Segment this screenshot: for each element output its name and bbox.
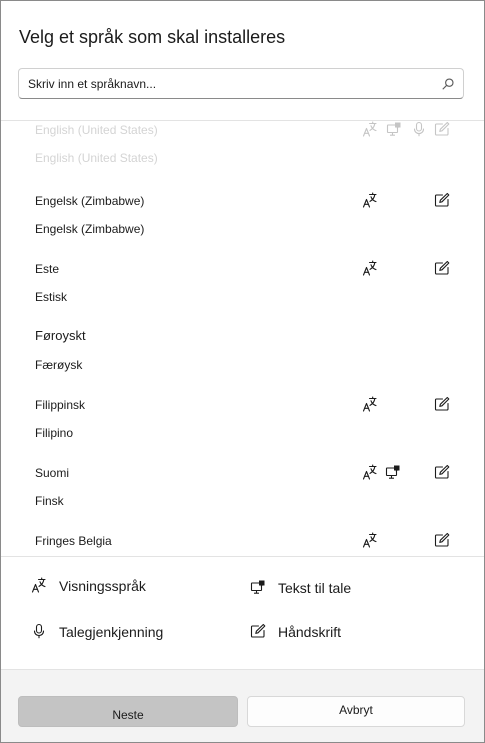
language-native-name: Føroyskt xyxy=(35,328,86,343)
language-item-finnish[interactable]: Suomi Finsk xyxy=(1,466,484,534)
language-native-name: Fringes Belgia xyxy=(35,534,112,548)
language-native-name: Engelsk (Zimbabwe) xyxy=(35,194,145,208)
legend-label: Håndskrift xyxy=(278,624,342,640)
language-native-name: English (United States) xyxy=(35,123,158,137)
next-button[interactable]: Neste xyxy=(18,696,238,727)
text-to-speech-icon xyxy=(385,464,401,480)
language-local-name: Filipino xyxy=(35,426,74,440)
language-item-french-belgium[interactable]: Fringes Belgia xyxy=(1,534,484,556)
display-language-icon xyxy=(362,192,378,208)
language-local-name: English (United States) xyxy=(35,151,158,165)
legend-label: Tekst til tale xyxy=(278,580,352,596)
text-to-speech-icon xyxy=(250,579,266,595)
speech-recognition-icon xyxy=(31,623,47,639)
display-language-icon xyxy=(362,532,378,548)
language-item-estonian[interactable]: Este Estisk xyxy=(1,262,484,330)
language-local-name: Færøysk xyxy=(35,358,83,372)
language-native-name: Suomi xyxy=(35,466,70,480)
language-local-name: Estisk xyxy=(35,290,68,304)
speech-recognition-icon xyxy=(411,121,427,137)
legend-label: Talegjenkjenning xyxy=(59,624,164,640)
handwriting-icon xyxy=(434,260,450,276)
language-item-faroese[interactable]: Føroyskt Færøysk xyxy=(1,328,484,396)
language-item-filipino[interactable]: Filippinsk Filipino xyxy=(1,398,484,466)
search-icon[interactable] xyxy=(441,77,455,91)
language-search-input[interactable] xyxy=(28,69,428,98)
display-language-icon xyxy=(362,396,378,412)
language-native-name: Este xyxy=(35,262,60,276)
display-language-icon xyxy=(362,464,378,480)
handwriting-icon xyxy=(434,121,450,137)
handwriting-icon xyxy=(250,623,266,639)
dialog-footer: Neste Avbryt xyxy=(1,669,484,742)
feature-legend: Visningsspråk Tekst til tale Talegjenkje… xyxy=(1,557,484,669)
language-native-name: Filippinsk xyxy=(35,398,86,412)
dialog-title: Velg et språk som skal installeres xyxy=(19,27,286,47)
language-search-box[interactable] xyxy=(18,68,464,99)
language-item-english-us[interactable]: English (United States) English (United … xyxy=(1,123,484,191)
handwriting-icon xyxy=(434,396,450,412)
legend-label: Visningsspråk xyxy=(59,578,146,594)
install-language-dialog: Velg et språk som skal installeres Engli… xyxy=(0,0,485,743)
display-language-icon xyxy=(362,260,378,276)
display-language-icon xyxy=(362,121,378,137)
text-to-speech-icon xyxy=(386,121,402,137)
language-local-name: Engelsk (Zimbabwe) xyxy=(35,222,145,236)
handwriting-icon xyxy=(434,464,450,480)
language-item-english-zimbabwe[interactable]: Engelsk (Zimbabwe) Engelsk (Zimbabwe) xyxy=(1,194,484,262)
language-local-name: Finsk xyxy=(35,494,64,508)
display-language-icon xyxy=(31,577,47,593)
handwriting-icon xyxy=(434,192,450,208)
language-list[interactable]: English (United States) English (United … xyxy=(1,121,484,556)
handwriting-icon xyxy=(434,532,450,548)
cancel-button[interactable]: Avbryt xyxy=(247,696,465,727)
